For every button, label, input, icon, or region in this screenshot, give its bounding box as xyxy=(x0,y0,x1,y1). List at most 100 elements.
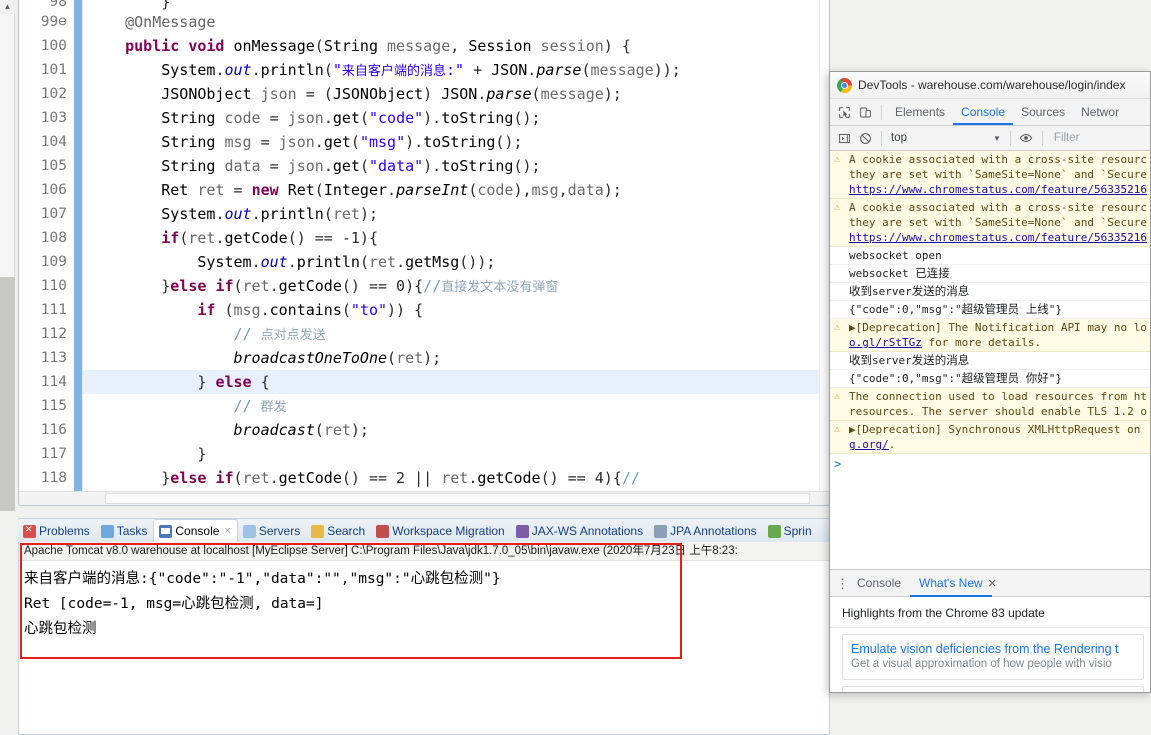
code-line[interactable]: } xyxy=(83,0,819,10)
view-tab-label: Problems xyxy=(39,524,90,538)
code-line[interactable]: // 群发 xyxy=(83,394,819,418)
vertical-dots-icon[interactable]: ⋮ xyxy=(836,577,849,590)
drawer-tab-whats-new[interactable]: What's New xyxy=(910,570,992,597)
code-line[interactable]: }else if(ret.getCode() == 0){//直接发文本没有弹窗 xyxy=(83,274,819,298)
view-tab-console[interactable]: Console × xyxy=(153,519,238,542)
devtools-tab-sources[interactable]: Sources xyxy=(1013,99,1073,125)
console-message[interactable]: ⚠ {"code":0,"msg":"超级管理员 上线"} xyxy=(830,301,1150,319)
line-number: 117 xyxy=(40,446,67,462)
line-number: 98 xyxy=(49,0,67,10)
line-number: 116 xyxy=(40,422,67,438)
clear-console-icon[interactable] xyxy=(855,128,876,149)
code-line[interactable]: // 点对点发送 xyxy=(83,322,819,346)
console-link[interactable]: https://www.chromestatus.com/feature/563… xyxy=(849,183,1147,196)
code-line[interactable]: System.out.println(ret.getMsg()); xyxy=(83,250,819,274)
view-tab-search[interactable]: Search xyxy=(306,520,371,542)
console-message[interactable]: ⚠ websocket open xyxy=(830,247,1150,265)
view-tab-label: JPA Annotations xyxy=(670,524,757,538)
problems-icon xyxy=(23,524,36,538)
devtools-main-tabbar[interactable]: Elements Console Sources Networ xyxy=(830,99,1150,126)
warning-icon: ⚠ xyxy=(834,391,841,402)
console-message-text: A cookie associated with a cross-site re… xyxy=(849,153,1148,196)
code-line[interactable]: @OnMessage xyxy=(83,10,819,34)
bottom-view-tabbar[interactable]: Problems Tasks Console × Servers Search Worksp… xyxy=(18,518,830,542)
chevron-down-icon[interactable]: ▼ xyxy=(993,134,1001,143)
warning-icon: ⚠ xyxy=(834,322,841,333)
view-tab-tasks[interactable]: Tasks xyxy=(96,520,154,542)
view-tab-label: Search xyxy=(327,524,366,538)
code-line[interactable]: } xyxy=(83,442,819,466)
console-filter-toolbar[interactable]: top ▼ Filter xyxy=(830,126,1150,151)
console-message[interactable]: ⚠ The connection used to load resources f… xyxy=(830,388,1150,421)
console-message-list[interactable]: ⚠ A cookie associated with a cross-site r… xyxy=(830,151,1150,568)
code-line[interactable]: broadcast(ret); xyxy=(83,418,819,442)
console-message[interactable]: ⚠ websocket 已连接 xyxy=(830,265,1150,283)
code-line[interactable]: System.out.println("来自客户端的消息:" + JSON.pa… xyxy=(83,58,819,82)
line-number: 110 xyxy=(40,278,67,294)
code-line[interactable]: String code = json.get("code").toString(… xyxy=(83,106,819,130)
view-tab-jax-ws-annotations[interactable]: JAX-WS Annotations xyxy=(511,520,649,542)
console-message[interactable]: ⚠ A cookie associated with a cross-site r… xyxy=(830,151,1150,199)
drawer-tab-console[interactable]: Console xyxy=(848,570,910,597)
devtools-titlebar[interactable]: DevTools - warehouse.com/warehouse/login… xyxy=(830,72,1150,99)
view-tab-workspace-migration[interactable]: Workspace Migration xyxy=(371,520,511,542)
whats-new-heading: Highlights from the Chrome 83 update xyxy=(830,598,1150,628)
code-line[interactable]: } else { xyxy=(83,370,819,394)
editor-hscroll-thumb[interactable] xyxy=(105,493,810,504)
console-message[interactable]: ⚠ ▶[Deprecation] The Notification API may… xyxy=(830,319,1150,352)
console-output[interactable]: 来自客户端的消息:{"code":"-1","data":"","msg":"心… xyxy=(19,562,829,734)
console-context-selector[interactable]: top xyxy=(891,132,993,144)
code-line[interactable]: if(ret.getCode() == -1){ xyxy=(83,226,819,250)
code-line[interactable]: String msg = json.get("msg").toString(); xyxy=(83,130,819,154)
devtools-tab-elements[interactable]: Elements xyxy=(887,99,953,125)
workbench-vertical-scrollbar[interactable]: ▲ xyxy=(0,0,15,511)
close-icon[interactable]: ✕ xyxy=(988,577,997,590)
code-line[interactable]: String data = json.get("data").toString(… xyxy=(83,154,819,178)
java-editor[interactable]: 98 99⊖ 100 101 102 103 104 105 106 107 108 109 110 11… xyxy=(18,0,830,506)
console-filter-input[interactable]: Filter xyxy=(1054,132,1080,144)
devtools-tab-console[interactable]: Console xyxy=(953,99,1014,125)
whats-new-card[interactable]: Emulate vision deficiencies from the Ren… xyxy=(842,634,1144,680)
console-message[interactable]: ⚠ 收到server发送的消息 xyxy=(830,283,1150,301)
view-tab-sprin[interactable]: Sprin xyxy=(763,520,818,542)
eye-icon[interactable] xyxy=(1016,128,1037,149)
devtools-window[interactable]: DevTools - warehouse.com/warehouse/login… xyxy=(829,71,1151,693)
whats-new-card-title[interactable]: Emulate vision deficiencies from the Ren… xyxy=(851,641,1135,657)
code-line[interactable]: Ret ret = new Ret(Integer.parseInt(code)… xyxy=(83,178,819,202)
code-line[interactable]: public void onMessage(String message, Se… xyxy=(83,34,819,58)
line-number: 102 xyxy=(40,86,67,102)
code-line[interactable]: }else if(ret.getCode() == 2 || ret.getCo… xyxy=(83,466,819,490)
view-tab-jpa-annotations[interactable]: JPA Annotations xyxy=(649,520,763,542)
close-icon[interactable]: × xyxy=(224,525,230,537)
console-message[interactable]: ⚠ ▶[Deprecation] Synchronous XMLHttpReque… xyxy=(830,421,1150,454)
view-tab-servers[interactable]: Servers xyxy=(238,520,306,542)
console-message[interactable]: ⚠ 收到server发送的消息 xyxy=(830,352,1150,370)
whats-new-panel[interactable]: Highlights from the Chrome 83 update Emu… xyxy=(830,598,1150,692)
code-line[interactable]: System.out.println(ret); xyxy=(83,202,819,226)
console-link[interactable]: g.org/ xyxy=(849,438,889,451)
device-toggle-icon[interactable] xyxy=(855,102,876,123)
whats-new-card[interactable]: Emulate locales from the Sensors tab or … xyxy=(842,686,1144,692)
editor-marker-ruler[interactable] xyxy=(819,0,829,492)
code-line[interactable]: if (msg.contains("to")) { xyxy=(83,298,819,322)
inspect-icon[interactable] xyxy=(834,102,855,123)
editor-horizontal-scrollbar[interactable]: ◀ xyxy=(19,491,829,505)
line-number: 105 xyxy=(40,158,67,174)
execute-icon[interactable] xyxy=(834,128,855,149)
console-view[interactable]: Apache Tomcat v8.0 warehouse at localhos… xyxy=(18,542,830,735)
scroll-up-arrow-icon[interactable]: ▲ xyxy=(0,0,15,14)
code-line[interactable]: JSONObject json = (JSONObject) JSON.pars… xyxy=(83,82,819,106)
code-text-area[interactable]: } @OnMessage public void onMessage(Strin… xyxy=(83,0,819,492)
devtools-drawer-tabbar[interactable]: ⋮ Console What's New ✕ xyxy=(830,569,1150,597)
warning-icon: ⚠ xyxy=(834,266,845,281)
code-line[interactable]: broadcastOneToOne(ret); xyxy=(83,346,819,370)
line-number: 115 xyxy=(40,398,67,414)
devtools-tab-network[interactable]: Networ xyxy=(1073,99,1127,125)
scrollbar-thumb[interactable] xyxy=(0,277,15,511)
console-link[interactable]: o.gl/rStTGz xyxy=(849,336,922,349)
console-prompt[interactable]: > xyxy=(830,454,1150,474)
console-message[interactable]: ⚠ A cookie associated with a cross-site r… xyxy=(830,199,1150,247)
console-message[interactable]: ⚠ {"code":0,"msg":"超级管理员 你好"} xyxy=(830,370,1150,388)
view-tab-problems[interactable]: Problems xyxy=(18,520,96,542)
console-link[interactable]: https://www.chromestatus.com/feature/563… xyxy=(849,231,1147,244)
